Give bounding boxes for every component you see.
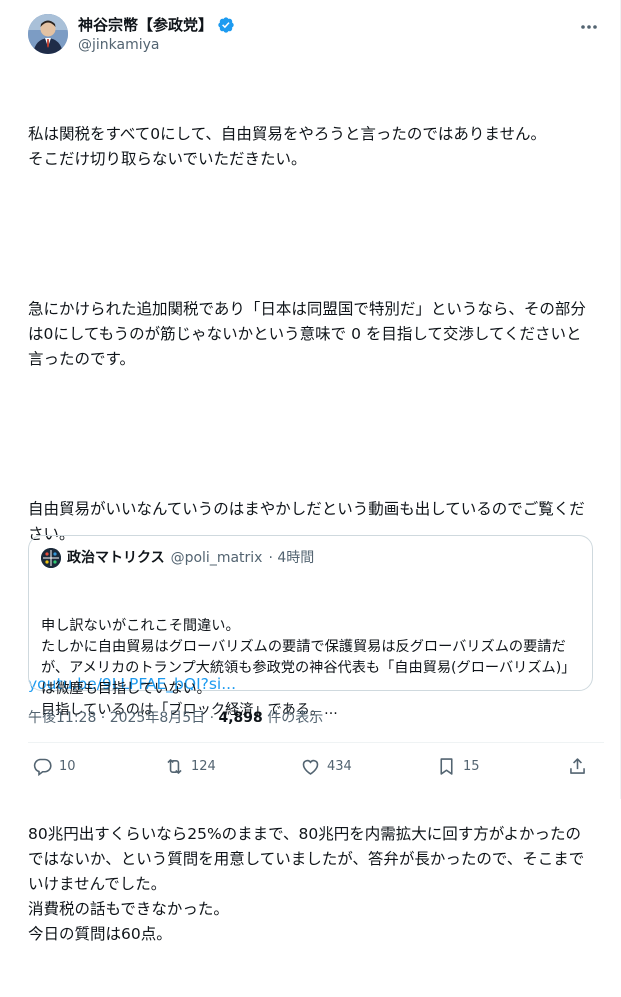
repost-count: 124 [191, 759, 216, 774]
bookmark-count: 15 [463, 759, 480, 774]
quoted-author-handle[interactable]: @poli_matrix [171, 549, 263, 567]
reply-icon [33, 758, 52, 777]
bookmark-button[interactable]: 15 [436, 756, 480, 777]
quoted-post-text: 申し訳ないがこれこそ間違い。 たしかに自由貿易はグローバリズムの要請で保護貿易は… [41, 574, 581, 763]
quoted-post-header: 政治マトリクス @poli_matrix · 4時間 [41, 548, 314, 568]
matrix-logo-icon [41, 548, 61, 568]
author-display-name[interactable]: 神谷宗幣【参政党】 [78, 16, 213, 34]
post-timestamp[interactable]: 午後11:28 · 2025年8月5日 · [28, 710, 219, 726]
repost-icon [167, 759, 182, 774]
quoted-text-body: 申し訳ないがこれこそ間違い。 たしかに自由貿易はグローバリズムの要請で保護貿易は… [41, 618, 576, 718]
avatar-portrait-icon [28, 14, 68, 54]
post-paragraph: 80兆円出すくらいなら25%のままで、80兆円を内需拡大に回す方がよかったのでは… [28, 825, 585, 943]
author-handle[interactable]: @jinkamiya [78, 36, 159, 54]
action-bar: 10 124 434 15 [28, 756, 593, 784]
more-options-icon[interactable] [578, 18, 600, 36]
heart-icon [302, 759, 319, 775]
post-paragraph: 急にかけられた追加関税であり「日本は同盟国で特別だ」というなら、その部分は0にし… [28, 300, 586, 368]
quoted-post[interactable]: 政治マトリクス @poli_matrix · 4時間 申し訳ないがこれこそ間違い… [28, 535, 593, 718]
reply-count: 10 [59, 759, 76, 774]
like-button[interactable]: 434 [300, 756, 352, 777]
author-avatar[interactable] [28, 14, 68, 54]
post-paragraph: 私は関税をすべて0にして、自由貿易をやろうと言ったのではありません。 そこだけ切… [28, 125, 546, 168]
views-count: 4,898 [218, 710, 263, 726]
author-name-row: 神谷宗幣【参政党】 [78, 16, 235, 34]
like-count: 434 [327, 759, 352, 774]
verified-badge-icon[interactable] [217, 16, 235, 34]
post: 神谷宗幣【参政党】 @jinkamiya 私は関税をすべて0にして、自由貿易をや… [0, 0, 621, 943]
share-button[interactable] [567, 756, 588, 777]
reply-button[interactable]: 10 [32, 756, 76, 777]
views-label: 件の表示 [262, 710, 324, 726]
repost-button[interactable]: 124 [164, 756, 216, 777]
bookmark-icon [440, 758, 453, 775]
post-header: 神谷宗幣【参政党】 @jinkamiya [28, 14, 604, 58]
divider [28, 742, 604, 743]
post-meta: 午後11:28 · 2025年8月5日 · 4,898 件の表示 [28, 709, 323, 727]
quoted-author-avatar[interactable] [41, 548, 61, 568]
share-icon [570, 758, 585, 774]
quoted-post-time[interactable]: · 4時間 [268, 549, 314, 567]
quoted-author-name[interactable]: 政治マトリクス [67, 549, 165, 567]
